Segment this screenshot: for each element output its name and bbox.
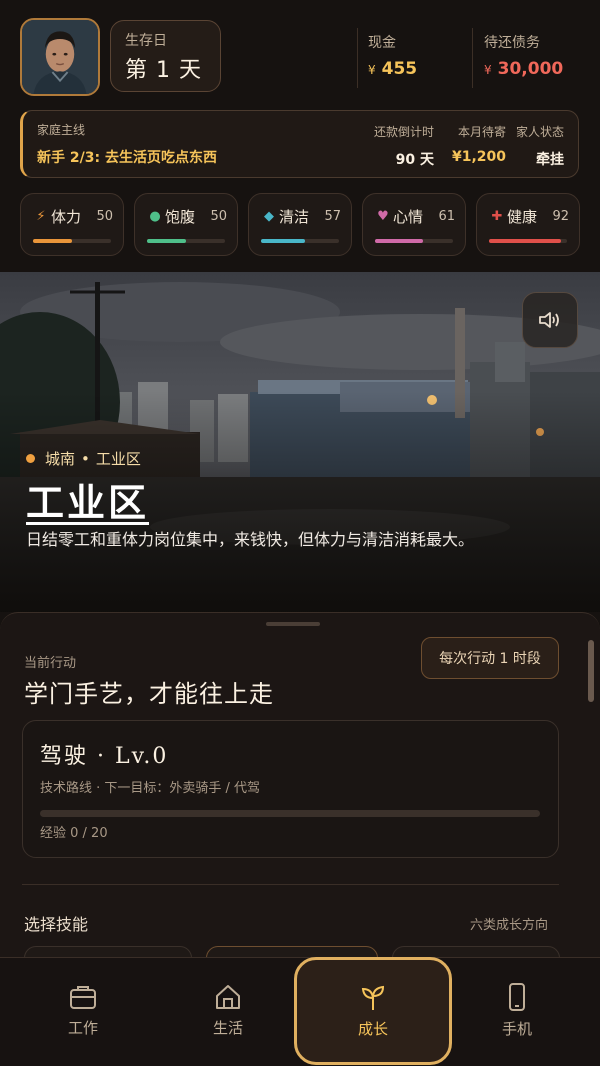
cash-label: 现金 bbox=[368, 35, 396, 51]
stat-icon: ● bbox=[149, 209, 161, 224]
area-label: 工业区 bbox=[95, 450, 141, 468]
main-quest-card[interactable]: 家庭主线 新手 2/3: 去生活页吃点东西 还款倒计时 90 天 本月待寄 ¥1… bbox=[20, 110, 579, 178]
briefcase-icon bbox=[70, 985, 96, 1009]
monthly-value: ¥1,200 bbox=[451, 149, 506, 165]
place-description: 日结零工和重体力岗位集中，来钱快，但体力与清洁消耗最大。 bbox=[26, 530, 475, 549]
debt-currency: ¥ bbox=[484, 63, 492, 77]
nav-tab-work[interactable]: 工作 bbox=[28, 970, 138, 1050]
sound-toggle-button[interactable] bbox=[522, 292, 578, 348]
home-icon bbox=[216, 984, 240, 1009]
stat-card[interactable]: ◆ 清洁 57 bbox=[248, 193, 352, 256]
choose-skill-label: 选择技能 bbox=[24, 915, 89, 934]
debt-value: 30,000 bbox=[497, 59, 564, 79]
nav-tab-life[interactable]: 生活 bbox=[173, 970, 283, 1050]
action-frequency-button[interactable]: 每次行动 1 时段 bbox=[421, 637, 559, 679]
sheet-scrollbar[interactable] bbox=[588, 640, 594, 702]
stat-bar bbox=[375, 239, 453, 243]
monthly-label: 本月待寄 bbox=[457, 125, 506, 139]
location-breadcrumb: 城南 • 工业区 bbox=[26, 448, 141, 469]
stat-icon: ♥ bbox=[377, 209, 389, 224]
stat-value: 50 bbox=[210, 209, 227, 224]
location-dot-icon bbox=[26, 454, 35, 463]
family-value: 牵挂 bbox=[536, 152, 564, 168]
current-action-title: 学门手艺，才能往上走 bbox=[24, 680, 274, 708]
sheet-drag-handle[interactable] bbox=[266, 622, 320, 626]
nav-label: 成长 bbox=[357, 1019, 388, 1038]
stat-icon: ◆ bbox=[264, 209, 274, 224]
nav-label: 手机 bbox=[501, 1019, 532, 1038]
stat-card[interactable]: ● 饱腹 50 bbox=[134, 193, 238, 256]
cash-value: 455 bbox=[381, 59, 418, 79]
skill-name: 驾驶 · Lv.0 bbox=[40, 744, 169, 769]
stat-bar-fill bbox=[489, 239, 561, 243]
monthly-remit: 本月待寄 ¥1,200 bbox=[452, 123, 506, 165]
stat-bar-fill bbox=[375, 239, 423, 243]
phone-icon bbox=[509, 982, 525, 1011]
repay-countdown: 还款倒计时 90 天 bbox=[374, 123, 434, 169]
stat-name: 清洁 bbox=[279, 208, 310, 226]
exp-progress-bar bbox=[40, 810, 540, 817]
nav-label: 生活 bbox=[212, 1018, 243, 1037]
nav-label: 工作 bbox=[67, 1018, 98, 1037]
stat-card[interactable]: ⚡ 体力 50 bbox=[20, 193, 124, 256]
exp-label: 经验 0 / 20 bbox=[40, 826, 108, 841]
divider bbox=[472, 28, 473, 88]
stat-name: 饱腹 bbox=[165, 208, 196, 226]
current-action-label: 当前行动 bbox=[24, 656, 77, 671]
nav-tab-phone[interactable]: 手机 bbox=[462, 970, 572, 1050]
stat-bar-fill bbox=[147, 239, 186, 243]
stat-card[interactable]: ♥ 心情 61 bbox=[362, 193, 466, 256]
sprout-icon bbox=[361, 985, 385, 1010]
divider bbox=[22, 884, 559, 885]
stat-card[interactable]: ✚ 健康 92 bbox=[476, 193, 580, 256]
stat-value: 92 bbox=[552, 209, 569, 224]
stat-icon: ⚡ bbox=[36, 209, 46, 224]
divider bbox=[357, 28, 358, 88]
countdown-value: 90 天 bbox=[395, 152, 434, 168]
stat-value: 50 bbox=[96, 209, 113, 224]
stat-value: 61 bbox=[438, 209, 455, 224]
avatar[interactable] bbox=[20, 18, 100, 96]
day-value: 第 1 天 bbox=[125, 58, 202, 83]
player-portrait-icon bbox=[22, 20, 98, 94]
stat-value: 57 bbox=[324, 209, 341, 224]
location-hero bbox=[0, 272, 600, 612]
skill-route: 技术路线 · 下一目标：外卖骑手 / 代驾 bbox=[40, 781, 261, 796]
stat-bar bbox=[261, 239, 339, 243]
stat-name: 体力 bbox=[51, 208, 82, 226]
family-status: 家人状态 牵挂 bbox=[516, 123, 564, 169]
countdown-label: 还款倒计时 bbox=[373, 125, 434, 139]
family-label: 家人状态 bbox=[515, 125, 564, 139]
stat-bar-fill bbox=[33, 239, 72, 243]
speaker-icon bbox=[539, 312, 559, 328]
breadcrumb-separator: • bbox=[81, 449, 90, 468]
cash-display: 现金 ¥455 bbox=[368, 32, 417, 79]
stat-bar bbox=[489, 239, 567, 243]
stat-name: 健康 bbox=[507, 208, 538, 226]
stat-bar bbox=[147, 239, 225, 243]
stat-icon: ✚ bbox=[491, 209, 503, 224]
place-title: 工业区 bbox=[26, 481, 150, 525]
debt-label: 待还债务 bbox=[484, 35, 540, 51]
cash-currency: ¥ bbox=[368, 63, 376, 77]
industrial-zone-scene bbox=[0, 272, 600, 612]
day-label: 生存日 bbox=[125, 33, 167, 49]
choose-skill-hint: 六类成长方向 bbox=[470, 918, 549, 933]
stat-bar bbox=[33, 239, 111, 243]
stat-name: 心情 bbox=[393, 208, 424, 226]
stat-bar-fill bbox=[261, 239, 306, 243]
top-status-bar: 生存日 第 1 天 现金 ¥455 待还债务 ¥30,000 bbox=[0, 0, 600, 108]
survival-day-card: 生存日 第 1 天 bbox=[110, 20, 221, 92]
district-label: 城南 bbox=[45, 450, 76, 468]
debt-display: 待还债务 ¥30,000 bbox=[484, 32, 563, 79]
nav-tab-growth[interactable]: 成长 bbox=[294, 957, 452, 1065]
